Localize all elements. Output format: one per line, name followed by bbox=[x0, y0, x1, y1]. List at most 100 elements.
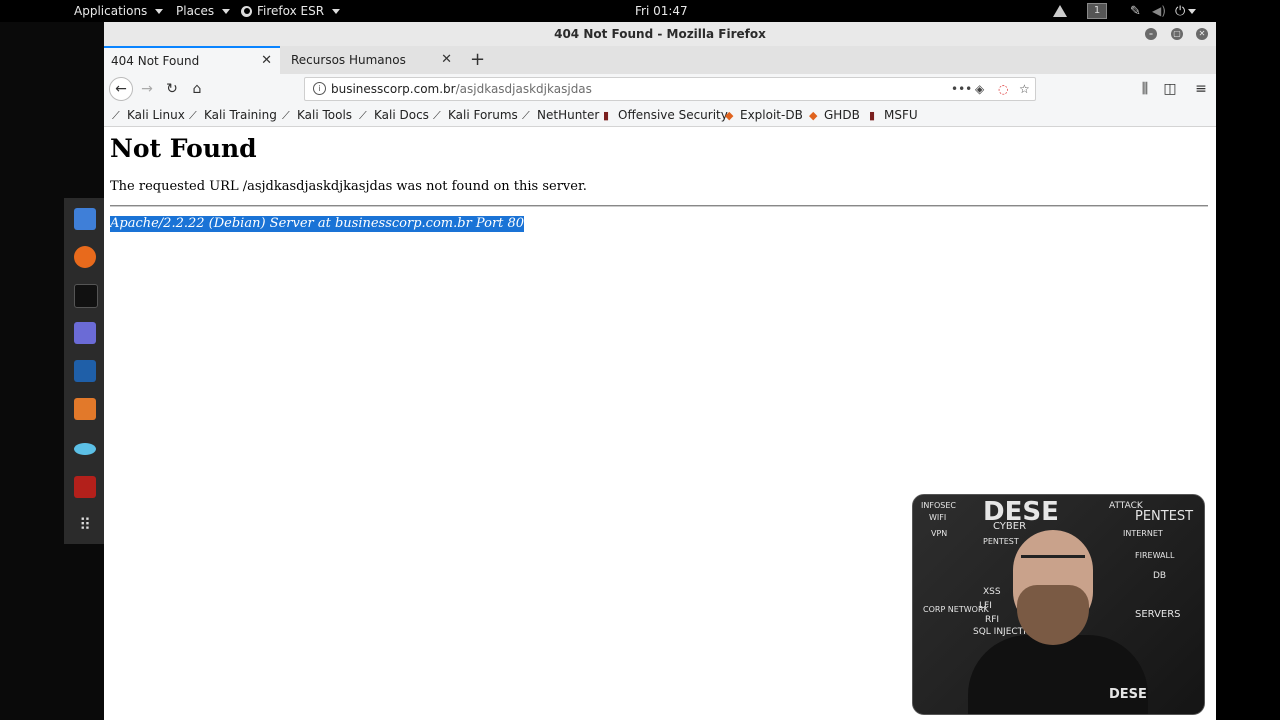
url-path: /asjdkasdjaskdjkasjdas bbox=[455, 82, 592, 96]
network-icon[interactable] bbox=[1053, 5, 1067, 17]
caret-down-icon bbox=[222, 8, 231, 14]
bookmark-label: Exploit-DB bbox=[740, 108, 803, 122]
close-tab-icon[interactable]: ✕ bbox=[441, 46, 452, 74]
places-label: Places bbox=[176, 4, 215, 18]
page-actions-icon[interactable]: ••• bbox=[951, 78, 972, 100]
pen-icon[interactable]: ✎ bbox=[1130, 4, 1141, 19]
terminal-icon[interactable] bbox=[74, 284, 98, 308]
power-icon[interactable]: ⏻ bbox=[1175, 4, 1185, 19]
bookmark-star-icon[interactable]: ☆ bbox=[1019, 78, 1030, 100]
bookmark-kali-training[interactable]: ⟋ Kali Training bbox=[189, 104, 277, 126]
webcam-overlay: DESE CYBER PENTEST INFOSEC WIFI VPN XSS … bbox=[912, 494, 1205, 715]
exploitdb-icon: ◆ bbox=[809, 109, 818, 122]
pocket-icon[interactable]: ◈ bbox=[975, 78, 984, 100]
metasploit-icon[interactable] bbox=[74, 360, 96, 382]
bookmark-label: NetHunter bbox=[537, 108, 600, 122]
firefox-icon[interactable] bbox=[74, 246, 96, 268]
workspace-indicator[interactable]: 1 bbox=[1087, 3, 1107, 19]
kali-dragon-icon: ⟋ bbox=[359, 109, 367, 122]
firefox-app-menu[interactable]: Firefox ESR bbox=[241, 0, 341, 22]
bookmark-label: Kali Tools bbox=[297, 108, 353, 122]
applications-menu[interactable]: Applications bbox=[74, 0, 164, 22]
tracking-icon[interactable]: ◌ bbox=[998, 78, 1008, 100]
site-info-icon[interactable]: i bbox=[313, 82, 326, 95]
presenter-glasses bbox=[1021, 555, 1085, 572]
bookmark-kali-linux[interactable]: ⟋ Kali Linux bbox=[112, 104, 185, 126]
library-icon[interactable]: ⫼ bbox=[1134, 78, 1156, 100]
wall-text: CYBER bbox=[993, 521, 1027, 532]
wall-text: RFI bbox=[985, 615, 1000, 625]
minimize-icon[interactable]: – bbox=[1145, 28, 1157, 40]
kali-dragon-icon: ⟋ bbox=[112, 109, 120, 122]
shirt-logo: DESE bbox=[1109, 687, 1147, 702]
bookmark-offensive-security[interactable]: ▮ Offensive Security bbox=[603, 104, 728, 126]
kali-dragon-icon: ⟋ bbox=[433, 109, 441, 122]
home-button[interactable]: ⌂ bbox=[186, 78, 208, 100]
server-signature: Apache/2.2.22 (Debian) Server at busines… bbox=[110, 216, 525, 232]
firefox-icon bbox=[241, 5, 252, 17]
firefox-app-label: Firefox ESR bbox=[257, 4, 325, 18]
close-tab-icon[interactable]: ✕ bbox=[261, 48, 272, 74]
cherrytree-icon[interactable] bbox=[74, 476, 96, 498]
kali-dragon-icon: ⟋ bbox=[282, 109, 290, 122]
bookmark-label: Kali Training bbox=[204, 108, 277, 122]
show-apps-grid-icon[interactable]: ⠿ bbox=[74, 514, 96, 536]
wall-text: INTERNET bbox=[1123, 529, 1163, 538]
close-window-icon[interactable]: ✕ bbox=[1196, 28, 1208, 40]
wall-text: XSS bbox=[983, 587, 1001, 597]
offsec-icon: ▮ bbox=[603, 109, 610, 122]
navigation-toolbar: ← → ↻ ⌂ i businesscorp.com.br/asjdkasdja… bbox=[104, 74, 1216, 104]
maximize-icon[interactable]: ▢ bbox=[1171, 28, 1183, 40]
offsec-icon: ▮ bbox=[869, 109, 876, 122]
tab-label: 404 Not Found bbox=[111, 54, 200, 68]
bookmark-label: MSFU bbox=[884, 108, 918, 122]
caret-down-icon bbox=[155, 8, 164, 14]
tab-recursos-humanos[interactable]: Recursos Humanos ✕ bbox=[284, 46, 460, 74]
page-heading: Not Found bbox=[110, 134, 257, 163]
wall-text: PENTEST bbox=[983, 537, 1019, 546]
new-tab-button[interactable]: + bbox=[470, 46, 485, 74]
bookmarks-toolbar: ⟋ Kali Linux ⟋ Kali Training ⟋ Kali Tools ⟋… bbox=[104, 104, 1216, 127]
divider bbox=[110, 205, 1208, 207]
window-titlebar: 404 Not Found - Mozilla Firefox – ▢ ✕ bbox=[104, 22, 1216, 46]
presenter-body bbox=[968, 635, 1148, 714]
kali-dragon-icon: ⟋ bbox=[522, 109, 530, 122]
top-panel: Applications Places Firefox ESR Fri 01:4… bbox=[0, 0, 1280, 22]
back-button[interactable]: ← bbox=[109, 77, 133, 101]
url-text: businesscorp.com.br/asjdkasdjaskdjkasjda… bbox=[331, 78, 592, 100]
bookmark-label: GHDB bbox=[824, 108, 860, 122]
bookmark-msfu[interactable]: ▮ MSFU bbox=[869, 104, 918, 126]
files-icon[interactable] bbox=[74, 208, 96, 230]
wall-text: DB bbox=[1153, 571, 1167, 581]
system-tray bbox=[1053, 0, 1067, 22]
menu-hamburger-icon[interactable]: ≡ bbox=[1190, 78, 1212, 100]
tab-404-not-found[interactable]: 404 Not Found ✕ bbox=[104, 46, 280, 74]
bookmark-label: Offensive Security bbox=[618, 108, 728, 122]
volume-icon[interactable]: ◀) bbox=[1152, 4, 1166, 18]
bookmark-kali-tools[interactable]: ⟋ Kali Tools bbox=[282, 104, 352, 126]
wall-text: PENTEST bbox=[1135, 509, 1194, 524]
bookmark-kali-docs[interactable]: ⟋ Kali Docs bbox=[359, 104, 429, 126]
bookmark-exploit-db[interactable]: ◆ Exploit-DB bbox=[725, 104, 803, 126]
sidebar-icon[interactable]: ◫ bbox=[1159, 78, 1181, 100]
forward-button[interactable]: → bbox=[136, 78, 158, 100]
wall-text: FIREWALL bbox=[1135, 551, 1175, 560]
exploitdb-icon: ◆ bbox=[725, 109, 734, 122]
dock: ⠿ bbox=[64, 198, 104, 544]
bookmark-nethunter[interactable]: ⟋ NetHunter bbox=[522, 104, 599, 126]
clock[interactable]: Fri 01:47 bbox=[635, 0, 688, 22]
tab-label: Recursos Humanos bbox=[291, 53, 406, 67]
text-editor-icon[interactable] bbox=[74, 322, 96, 344]
burpsuite-icon[interactable] bbox=[74, 398, 96, 420]
caret-down-icon[interactable] bbox=[1188, 8, 1197, 14]
reload-button[interactable]: ↻ bbox=[161, 78, 183, 100]
wall-text: CORP NETWORK bbox=[923, 605, 989, 614]
bookmark-kali-forums[interactable]: ⟋ Kali Forums bbox=[433, 104, 518, 126]
tab-strip: 404 Not Found ✕ Recursos Humanos ✕ + bbox=[104, 46, 1216, 74]
kali-dragon-icon: ⟋ bbox=[189, 109, 197, 122]
bookmark-ghdb[interactable]: ◆ GHDB bbox=[809, 104, 860, 126]
places-menu[interactable]: Places bbox=[176, 0, 231, 22]
url-host: businesscorp.com.br bbox=[331, 82, 456, 96]
eye-icon[interactable] bbox=[74, 443, 96, 455]
url-bar[interactable]: i businesscorp.com.br/asjdkasdjaskdjkasj… bbox=[304, 77, 1036, 101]
